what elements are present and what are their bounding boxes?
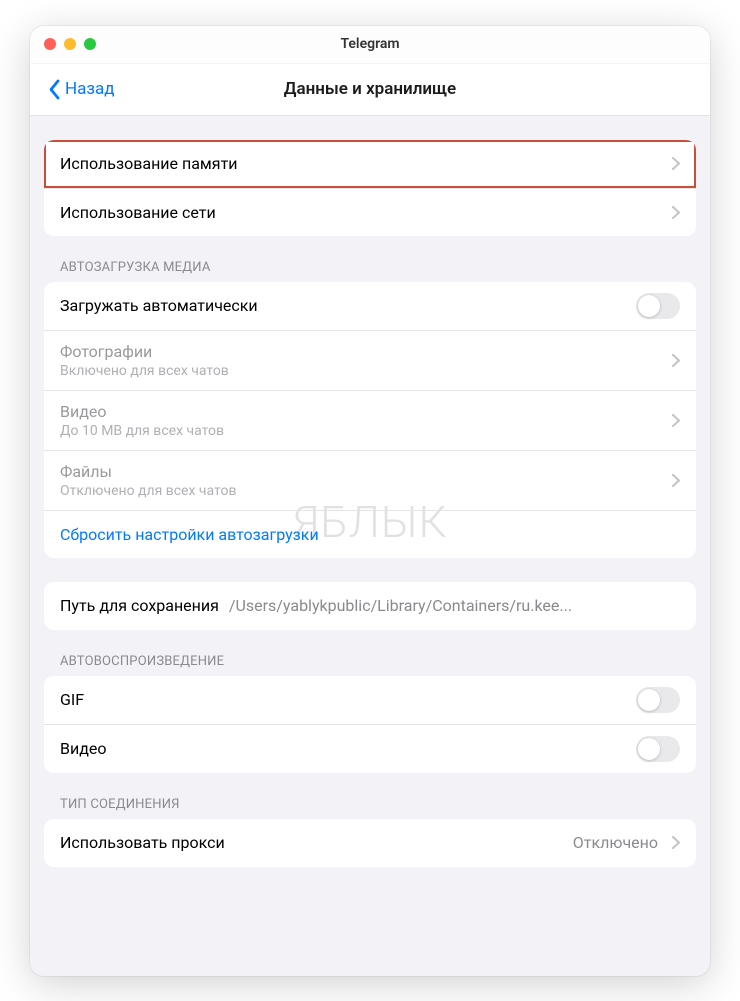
autoload-row[interactable]: Загружать автоматически xyxy=(44,282,696,330)
autoload-toggle[interactable] xyxy=(636,293,680,319)
content-area: ЯБЛЫК Использование памяти Использование… xyxy=(30,116,710,976)
page-title: Данные и хранилище xyxy=(30,79,710,99)
chevron-right-icon xyxy=(672,157,680,170)
chevron-right-icon xyxy=(672,206,680,219)
reset-autodownload-label: Сбросить настройки автозагрузки xyxy=(60,525,319,544)
savepath-label: Путь для сохранения xyxy=(60,596,219,615)
window-title: Telegram xyxy=(30,36,710,52)
autoload-label: Загружать автоматически xyxy=(60,296,636,315)
autoplay-header: АВТОВОСПРОИЗВЕДЕНИЕ xyxy=(44,654,696,676)
nav-bar: Назад Данные и хранилище xyxy=(30,64,710,116)
videos-sub: До 10 MB для всех чатов xyxy=(60,423,664,439)
chevron-right-icon xyxy=(672,414,680,427)
reset-autodownload-row[interactable]: Сбросить настройки автозагрузки xyxy=(44,510,696,558)
proxy-row[interactable]: Использовать прокси Отключено xyxy=(44,819,696,867)
videos-row[interactable]: Видео До 10 MB для всех чатов xyxy=(44,390,696,450)
autoplay-video-row[interactable]: Видео xyxy=(44,724,696,773)
autoplay-video-label: Видео xyxy=(60,739,636,758)
automedia-group: Загружать автоматически Фотографии Включ… xyxy=(44,282,696,558)
titlebar: Telegram xyxy=(30,26,710,64)
chevron-right-icon xyxy=(672,354,680,367)
savepath-group: Путь для сохранения /Users/yablykpublic/… xyxy=(44,582,696,630)
network-usage-row[interactable]: Использование сети xyxy=(44,188,696,236)
videos-label: Видео xyxy=(60,402,664,421)
proxy-label: Использовать прокси xyxy=(60,833,563,852)
app-window: Telegram Назад Данные и хранилище ЯБЛЫК … xyxy=(30,26,710,976)
back-label: Назад xyxy=(65,79,115,99)
proxy-value: Отключено xyxy=(573,833,658,852)
autoplay-gif-row[interactable]: GIF xyxy=(44,676,696,724)
back-button[interactable]: Назад xyxy=(48,79,115,100)
photos-row[interactable]: Фотографии Включено для всех чатов xyxy=(44,330,696,390)
autoplay-group: GIF Видео xyxy=(44,676,696,773)
files-label: Файлы xyxy=(60,462,664,481)
connection-header: ТИП СОЕДИНЕНИЯ xyxy=(44,797,696,819)
chevron-right-icon xyxy=(672,474,680,487)
files-sub: Отключено для всех чатов xyxy=(60,483,664,499)
photos-label: Фотографии xyxy=(60,342,664,361)
photos-sub: Включено для всех чатов xyxy=(60,363,664,379)
savepath-value: /Users/yablykpublic/Library/Containers/r… xyxy=(229,596,572,615)
chevron-left-icon xyxy=(48,79,61,100)
automedia-header: АВТОЗАГРУЗКА МЕДИА xyxy=(44,260,696,282)
chevron-right-icon xyxy=(672,836,680,849)
autoplay-gif-toggle[interactable] xyxy=(636,687,680,713)
usage-group: Использование памяти Использование сети xyxy=(44,140,696,236)
network-usage-label: Использование сети xyxy=(60,203,664,222)
savepath-row[interactable]: Путь для сохранения /Users/yablykpublic/… xyxy=(44,582,696,630)
connection-group: Использовать прокси Отключено xyxy=(44,819,696,867)
autoplay-gif-label: GIF xyxy=(60,690,636,709)
storage-usage-label: Использование памяти xyxy=(60,154,664,173)
files-row[interactable]: Файлы Отключено для всех чатов xyxy=(44,450,696,510)
autoplay-video-toggle[interactable] xyxy=(636,736,680,762)
storage-usage-row[interactable]: Использование памяти xyxy=(44,140,696,188)
